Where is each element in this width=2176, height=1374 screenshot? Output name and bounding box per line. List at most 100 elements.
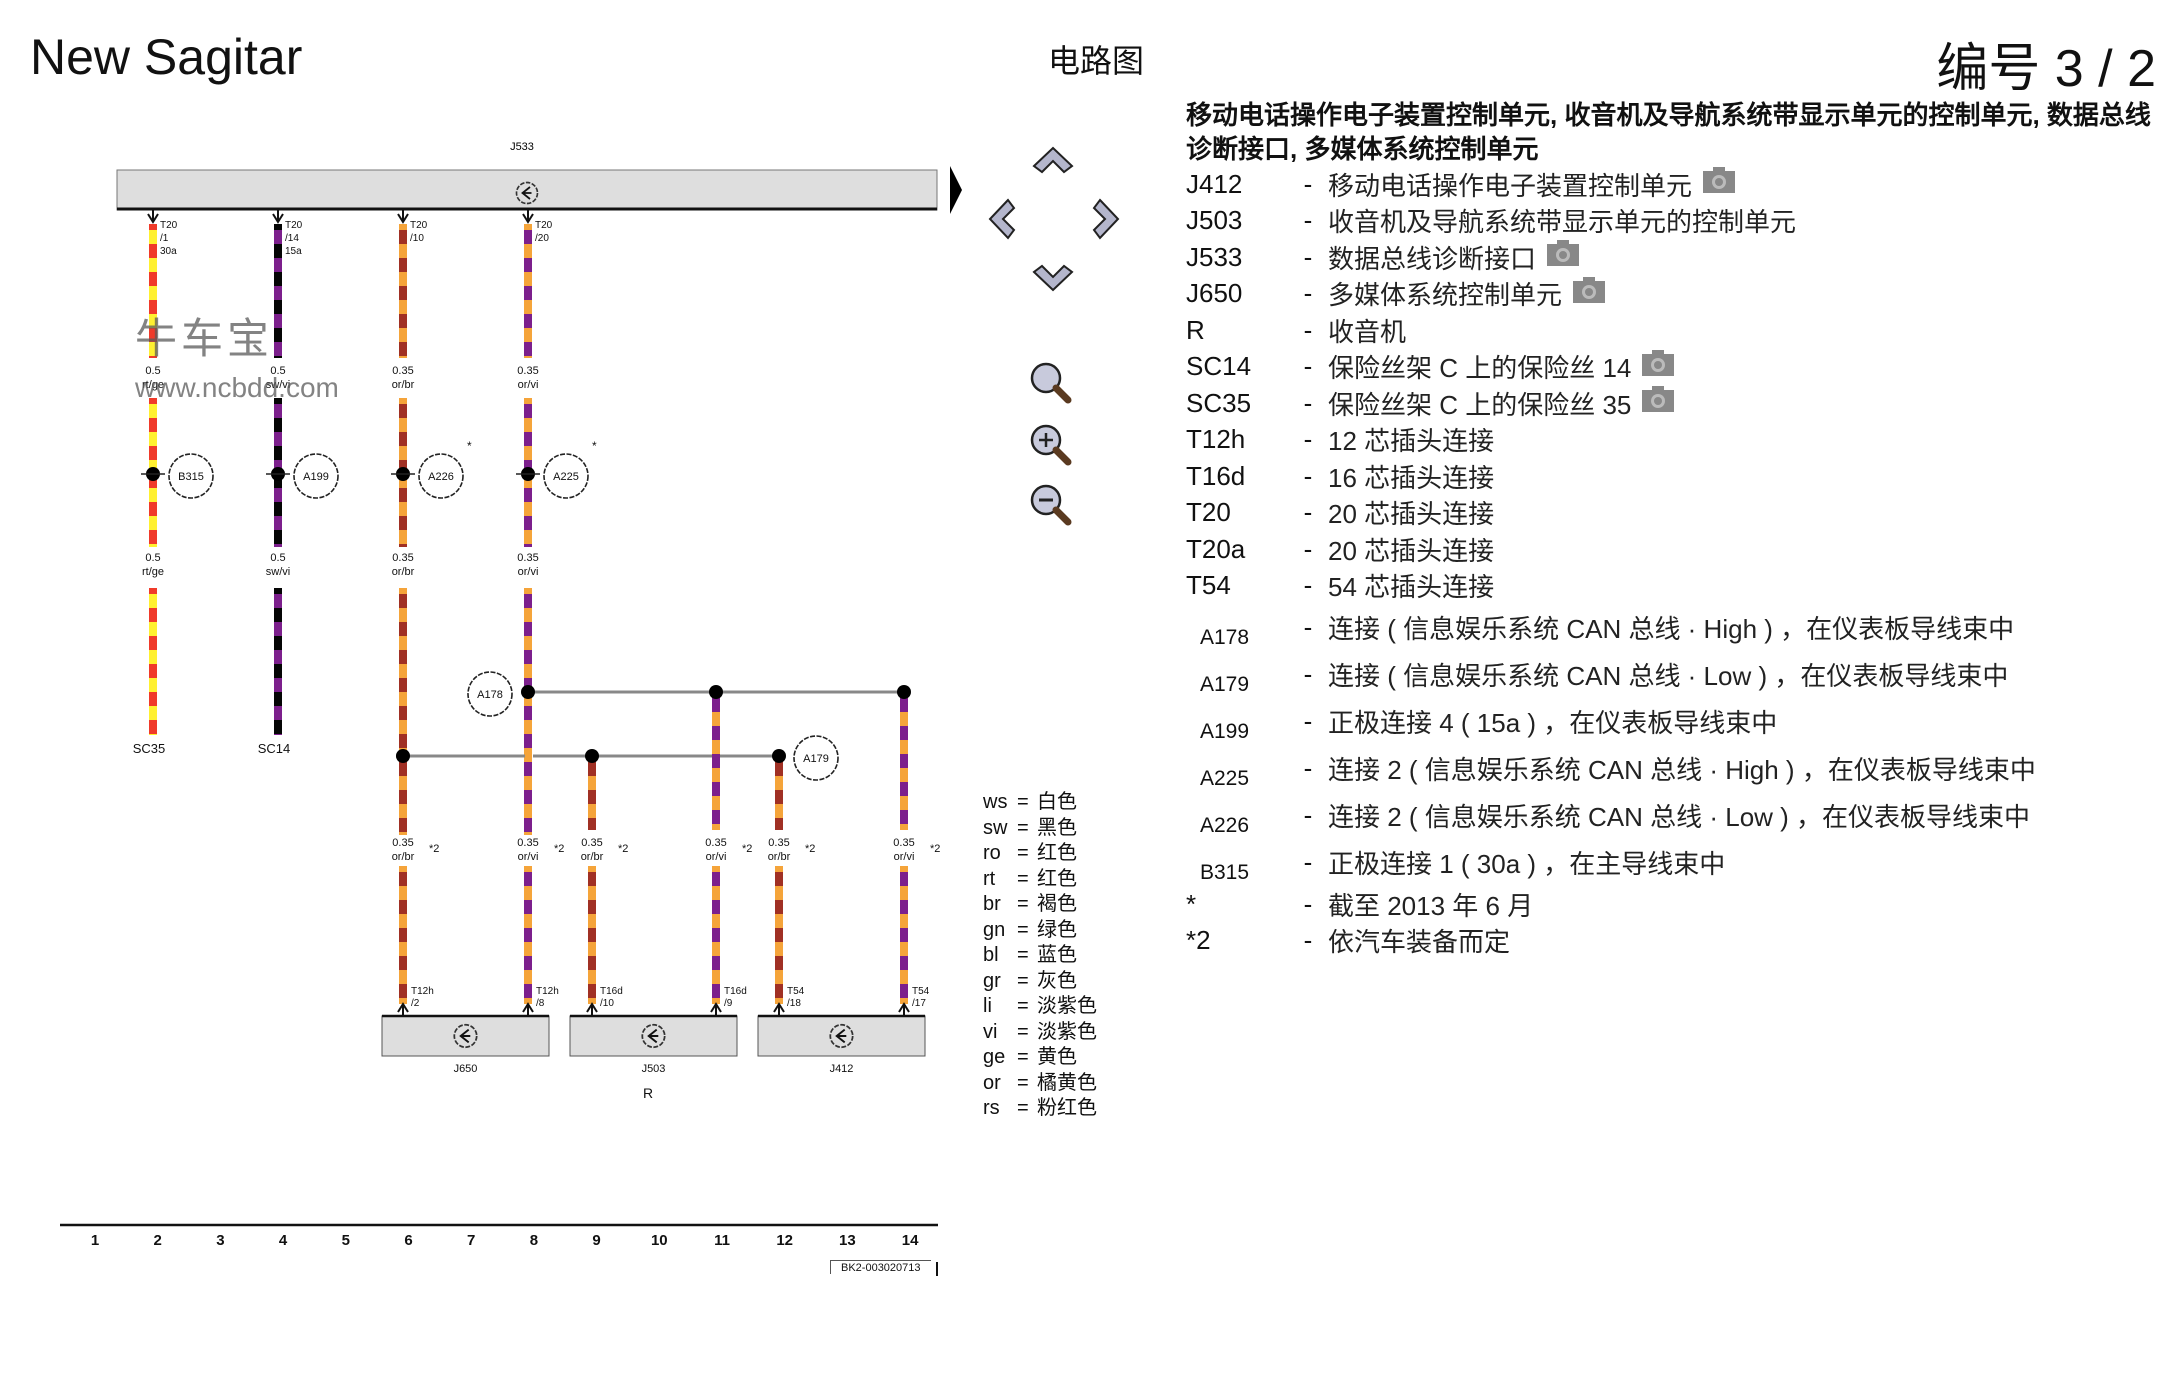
wire-note: *2: [554, 843, 564, 855]
chevron-down-icon: [1032, 264, 1074, 292]
chevron-right-icon: [1092, 198, 1120, 240]
legend-equals: =: [1017, 944, 1029, 966]
wire-segment-stripe: [775, 928, 783, 942]
wire-segment-stripe: [712, 810, 720, 824]
wire-color-label: or/vi: [518, 566, 539, 578]
wire-segment-stripe: [900, 928, 908, 942]
item-description: 收音机: [1328, 316, 1407, 347]
camera-icon[interactable]: [1702, 166, 1736, 194]
component-label-j650: J650: [454, 1063, 478, 1075]
pan-right-button[interactable]: [1080, 192, 1134, 246]
item-description: 16 芯插头连接: [1328, 462, 1495, 493]
component-list-item: T16d -16 芯插头连接: [1186, 458, 2166, 495]
wire-segment-stripe: [712, 900, 720, 914]
pin-label: /10: [600, 998, 614, 1009]
legend-equals: =: [1017, 816, 1029, 839]
wire-segment-stripe: [524, 230, 532, 244]
item-code: J533: [1186, 241, 1243, 272]
component-list-item: T20a -20 芯插头连接: [1186, 531, 2166, 568]
item-description: 截至 2013 年 6 月: [1328, 890, 1534, 921]
wire-segment-stripe: [712, 726, 720, 740]
wire-segment-stripe: [588, 928, 596, 942]
wire-color-label: or/br: [392, 566, 415, 578]
zoom-in-button[interactable]: [1024, 418, 1078, 472]
wire-segment-stripe: [900, 698, 908, 712]
component-list-item: J503 - 收音机及导航系统带显示单元的控制单元: [1186, 203, 2166, 240]
group-label-r: R: [643, 1085, 653, 1101]
ruler-number: 8: [529, 1232, 539, 1249]
wire-segment-stripe: [775, 818, 783, 830]
legend-meaning: 褐色: [1037, 893, 1077, 915]
item-dash: -: [1303, 497, 1313, 528]
description-heading: 移动电话操作电子装置控制单元, 收音机及导航系统带显示单元的控制单元, 数据总线…: [1186, 100, 2151, 164]
component-label-j412: J412: [830, 1063, 854, 1075]
legend-meaning: 灰色: [1037, 969, 1077, 992]
pan-left-button[interactable]: [974, 192, 1028, 246]
wire-color-label: or/br: [392, 379, 415, 391]
wire-segment-stripe: [399, 258, 407, 272]
wire-color-label: rt/ge: [142, 566, 164, 578]
wire-segment-stripe: [588, 956, 596, 970]
wire-segment-stripe: [900, 782, 908, 796]
legend-equals: =: [1017, 893, 1029, 915]
wire-segment-stripe: [524, 762, 532, 776]
connection-list-item: B315 - 正极连接 1 ( 30a ) ，在主导线束中: [1186, 839, 2166, 886]
component-list-item: T20 -20 芯插头连接: [1186, 495, 2166, 532]
component-list-item: SC14 - 保险丝架 C 上的保险丝 14: [1186, 349, 2166, 386]
item-description: 移动电话操作电子装置控制单元: [1328, 170, 1693, 201]
section-title: 电路图: [1048, 43, 1145, 79]
component-list: J412- 移动电话操作电子装置控制单元 J503- 收音机及导航系统带显示单元的控制…: [1186, 166, 2166, 959]
legend-item: rt = 红色: [983, 867, 1097, 893]
terminal-label: 30a: [160, 246, 177, 257]
wire-segment-stripe: [524, 790, 532, 804]
component-list-item: J412 - 移动电话操作电子装置控制单元: [1186, 166, 2166, 203]
wire-segment-stripe: [712, 956, 720, 970]
wire-note: *2: [618, 843, 628, 855]
ruler-number: 3: [216, 1232, 225, 1249]
connection-list-item: A225 - 连接 2 ( 信息娱乐系统 CAN 总线 · High ) ，在仪表板…: [1186, 745, 2166, 792]
legend-code: sw: [983, 816, 1008, 839]
item-description: 保险丝架 C 上的保险丝 14: [1328, 353, 1632, 384]
legend-code: gr: [983, 969, 1001, 992]
camera-icon[interactable]: [1641, 349, 1675, 377]
wire-segment-stripe: [274, 678, 282, 692]
pin-label: /1: [160, 233, 169, 244]
wire-segment-stripe: [399, 230, 407, 244]
wire-segment-stripe: [274, 230, 282, 244]
item-dash: -: [1303, 570, 1313, 601]
item-description: 多媒体系统控制单元: [1328, 280, 1563, 311]
wire-segment-stripe: [274, 516, 282, 530]
wire-size-label: 0.5: [145, 552, 160, 564]
pan-down-button[interactable]: [1026, 252, 1080, 306]
camera-icon[interactable]: [1641, 385, 1675, 413]
wire-color-label: or/br: [392, 851, 415, 863]
item-dash: -: [1303, 241, 1313, 272]
component-list-item: T54 -54 芯插头连接: [1186, 568, 2166, 605]
pin-label: /2: [411, 998, 420, 1009]
wire-segment-stripe: [399, 678, 407, 692]
wire-segment-stripe: [524, 516, 532, 530]
zoom-in-icon: [1030, 424, 1072, 466]
pan-up-button[interactable]: [1026, 132, 1080, 186]
legend-meaning: 橘黄色: [1037, 1071, 1097, 1094]
wire-segment-stripe: [399, 650, 407, 664]
camera-icon[interactable]: [1572, 276, 1606, 304]
legend-code: vi: [983, 1020, 998, 1043]
legend-item: ge = 黄色: [983, 1045, 1097, 1071]
fuse-label-sc14: SC14: [258, 741, 291, 756]
legend-equals: =: [1017, 1071, 1029, 1094]
splice-dot: [772, 749, 786, 763]
wire-segment-stripe: [149, 258, 157, 272]
wire-note: *2: [805, 843, 815, 855]
wiring-diagram: T20/130a0.5rt/geB3150.5rt/geSC35T20/1415…: [60, 141, 962, 1227]
zoom-out-button[interactable]: [1024, 478, 1078, 532]
item-description: 连接 2 ( 信息娱乐系统 CAN 总线 · High ) ，在仪表板导线束中: [1328, 755, 2036, 785]
wire-segment-stripe: [775, 762, 783, 776]
wire-segment-stripe: [274, 650, 282, 664]
wire-segment-stripe: [588, 762, 596, 776]
camera-icon[interactable]: [1546, 239, 1580, 267]
wire-segment-stripe: [149, 432, 157, 446]
wire-segment-stripe: [149, 488, 157, 502]
item-dash: -: [1303, 800, 1313, 830]
zoom-fit-button[interactable]: [1024, 356, 1078, 410]
